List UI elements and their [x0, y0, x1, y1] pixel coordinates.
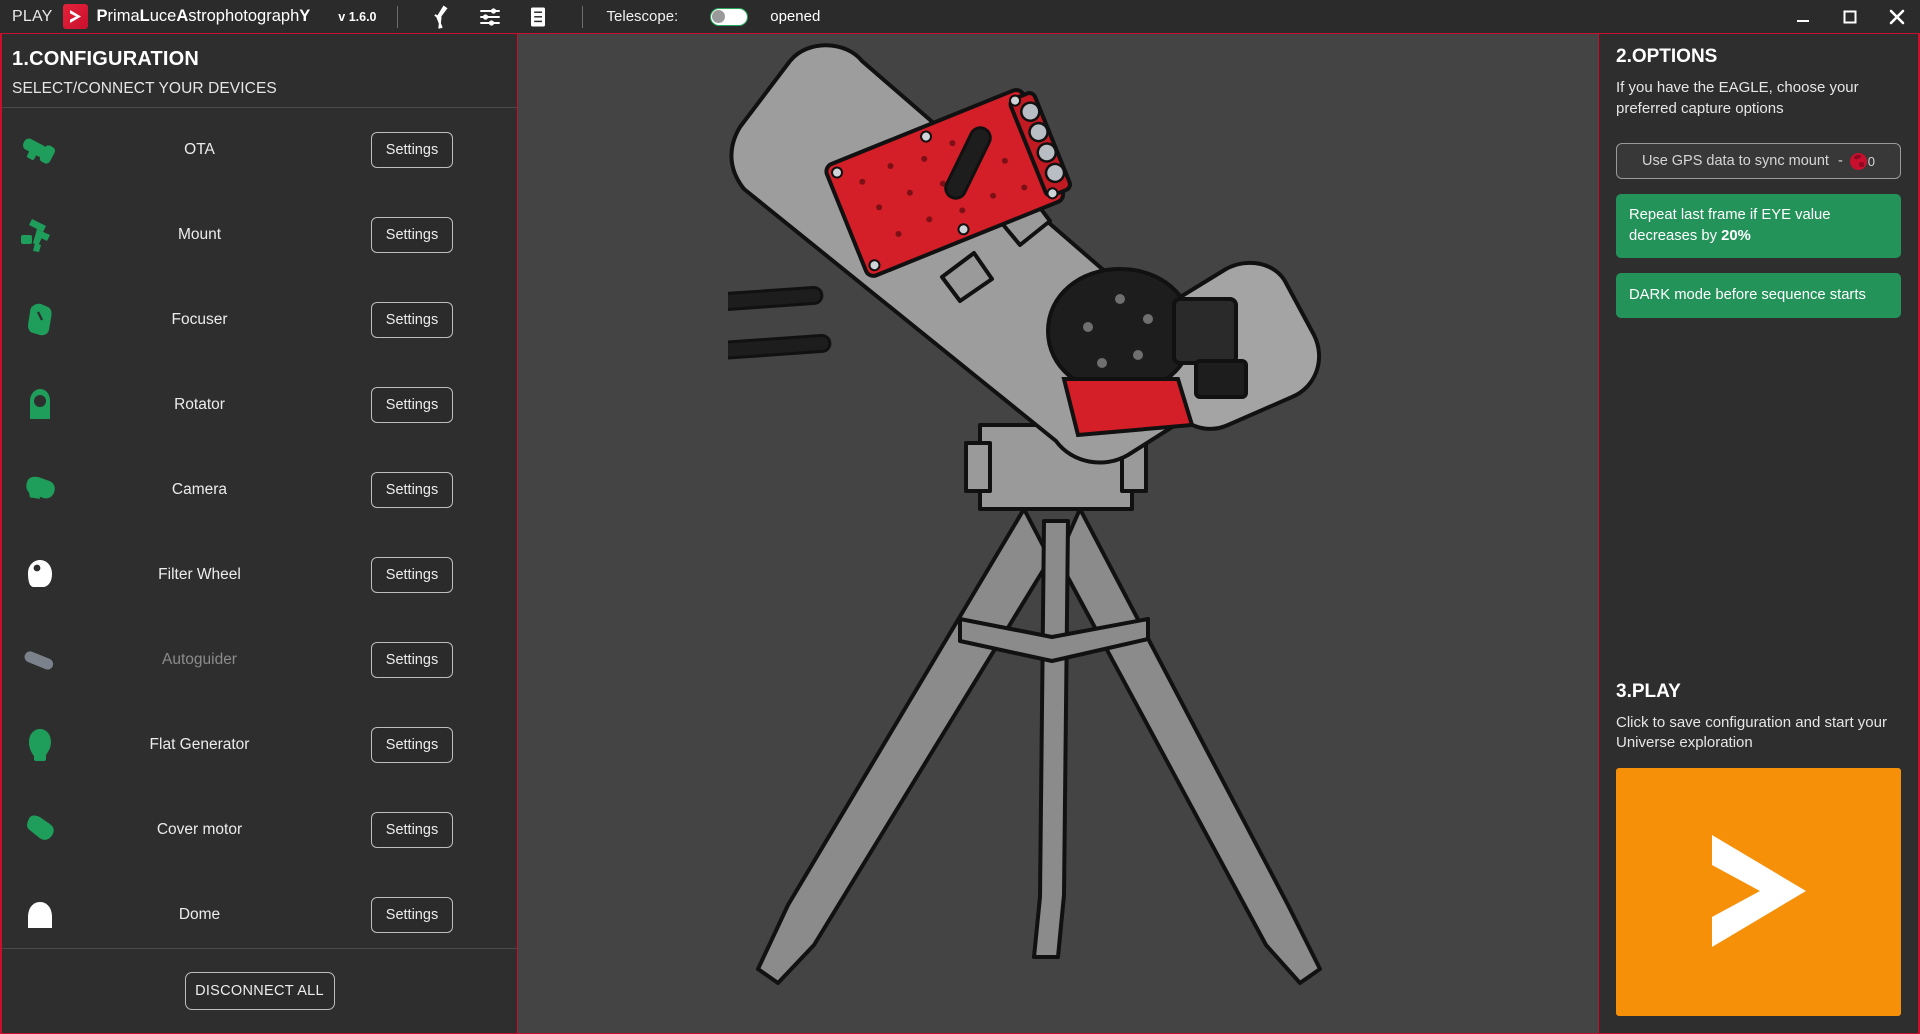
- options-panel: 2.OPTIONS If you have the EAGLE, choose …: [1598, 33, 1920, 1034]
- repeat-threshold-value: 20%: [1721, 228, 1751, 245]
- telescope-icon[interactable]: [427, 4, 457, 30]
- telescope-status-text: opened: [770, 8, 821, 25]
- minimize-button[interactable]: [1779, 0, 1826, 33]
- settings-button[interactable]: Settings: [371, 387, 453, 424]
- use-gps-to-sync-mount-button[interactable]: Use GPS data to sync mount - 0: [1616, 143, 1901, 180]
- settings-button[interactable]: Settings: [371, 472, 453, 509]
- device-row: Focuser Settings: [2, 278, 517, 363]
- options-title: 2.OPTIONS: [1616, 46, 1718, 67]
- app-version: v 1.6.0: [338, 9, 377, 24]
- device-row: Dome Settings: [2, 873, 517, 948]
- play-chevron-icon: [1711, 835, 1806, 947]
- settings-button[interactable]: Settings: [371, 812, 453, 849]
- telescope-illustration: [728, 42, 1322, 985]
- page-title: 1.CONFIGURATION: [12, 48, 200, 70]
- device-name: Mount: [177, 226, 222, 244]
- autoguider-icon[interactable]: [2, 640, 76, 680]
- sliders-icon[interactable]: [475, 4, 505, 30]
- settings-button[interactable]: Settings: [371, 132, 453, 169]
- disconnect-all-button[interactable]: DISCONNECT ALL: [184, 972, 335, 1010]
- device-name: OTA: [184, 141, 215, 159]
- app-brand-name: PrimaLuceAstrophotographY: [96, 7, 311, 25]
- configuration-subtitle: SELECT/CONNECT YOUR DEVICES: [12, 80, 277, 97]
- settings-button[interactable]: Settings: [371, 557, 453, 594]
- device-name: Camera: [171, 481, 228, 499]
- play-title: 3.PLAY: [1616, 680, 1681, 702]
- rotator-icon[interactable]: [2, 385, 76, 425]
- dome-icon[interactable]: [2, 895, 76, 935]
- telescope-preview-canvas: [518, 33, 1598, 1034]
- main-area: 1.CONFIGURATION SELECT/CONNECT YOUR DEVI…: [0, 33, 1920, 1034]
- toolbar-divider-1: [396, 5, 398, 28]
- device-row: OTA Settings: [2, 108, 517, 193]
- device-name: Cover motor: [156, 821, 243, 839]
- settings-button[interactable]: Settings: [371, 642, 453, 679]
- settings-button[interactable]: Settings: [371, 302, 453, 339]
- ota-icon[interactable]: [2, 130, 76, 170]
- configuration-panel: 1.CONFIGURATION SELECT/CONNECT YOUR DEVI…: [0, 33, 518, 1034]
- telescope-toggle[interactable]: [710, 7, 749, 26]
- title-bar: PLAY PrimaLuceAstrophotographY v 1.6.0 T…: [0, 0, 1920, 33]
- device-row: Flat Generator Settings: [2, 703, 517, 788]
- options-description: If you have the EAGLE, choose your prefe…: [1616, 79, 1859, 117]
- maximize-button[interactable]: [1826, 0, 1873, 33]
- settings-button[interactable]: Settings: [371, 897, 453, 934]
- telescope-connection-label: Telescope:: [606, 8, 679, 25]
- window-controls: [1779, 0, 1920, 33]
- gps-dash: -: [1837, 153, 1843, 170]
- chevron-right-logo-icon: [62, 4, 88, 29]
- device-name: Focuser: [171, 311, 228, 329]
- cover-motor-icon[interactable]: [2, 810, 76, 850]
- device-name: Dome: [178, 906, 221, 924]
- device-name: Filter Wheel: [158, 566, 241, 584]
- settings-button[interactable]: Settings: [371, 727, 453, 764]
- device-name: Autoguider: [162, 651, 237, 669]
- focuser-icon[interactable]: [2, 300, 76, 340]
- close-button[interactable]: [1873, 0, 1920, 33]
- device-list: OTA Settings Mount Settings Focuser Settings R…: [2, 108, 517, 948]
- globe-icon: [1849, 152, 1867, 170]
- device-row: Rotator Settings: [2, 363, 517, 448]
- device-name: Rotator: [174, 396, 225, 414]
- settings-button[interactable]: Settings: [371, 217, 453, 254]
- device-row: Camera Settings: [2, 448, 517, 533]
- app-play-label: PLAY: [12, 7, 53, 25]
- repeat-last-frame-option[interactable]: Repeat last frame if EYE value decreases…: [1616, 194, 1901, 259]
- gps-satellite-count: 0: [1867, 153, 1876, 169]
- log-book-icon[interactable]: [523, 4, 553, 30]
- camera-icon[interactable]: [2, 470, 76, 510]
- filter-wheel-icon[interactable]: [2, 555, 76, 595]
- configuration-header: 1.CONFIGURATION SELECT/CONNECT YOUR DEVI…: [2, 34, 517, 107]
- toggle-knob: [712, 9, 726, 23]
- toolbar-divider-2: [581, 5, 583, 28]
- device-row: Cover motor Settings: [2, 788, 517, 873]
- device-row: Mount Settings: [2, 193, 517, 278]
- disconnect-bar: DISCONNECT ALL: [2, 948, 517, 1033]
- play-description: Click to save configuration and start yo…: [1616, 713, 1887, 752]
- device-row: Autoguider Settings: [2, 618, 517, 703]
- mount-icon[interactable]: [2, 215, 76, 255]
- device-name: Flat Generator: [149, 736, 250, 754]
- flat-generator-icon[interactable]: [2, 725, 76, 765]
- dark-mode-option[interactable]: DARK mode before sequence starts: [1616, 273, 1901, 319]
- gps-label: Use GPS data to sync mount: [1641, 153, 1829, 170]
- play-section: 3.PLAY Click to save configuration and s…: [1616, 681, 1901, 1033]
- play-button[interactable]: [1616, 768, 1901, 1016]
- device-row: Filter Wheel Settings: [2, 533, 517, 618]
